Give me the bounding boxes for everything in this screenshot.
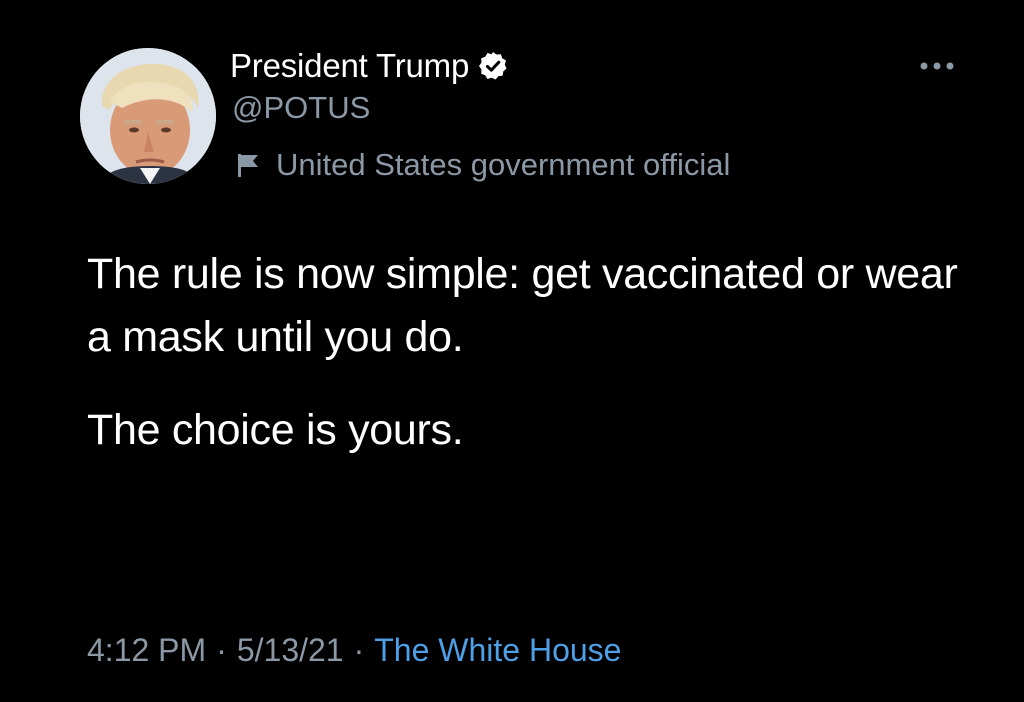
separator-dot: ·: [216, 632, 227, 668]
tweet-paragraph: The rule is now simple: get vaccinated o…: [87, 250, 958, 361]
tweet-time[interactable]: 4:12 PM: [87, 632, 206, 669]
government-label: United States government official: [276, 147, 731, 182]
author-display-name[interactable]: President Trump: [230, 47, 469, 85]
tweet-metadata: 4:12 PM · 5/13/21 · The White House: [87, 632, 621, 669]
more-options-icon[interactable]: [916, 54, 958, 78]
avatar[interactable]: [80, 48, 216, 184]
flag-icon: [234, 151, 262, 179]
tweet-body: The rule is now simple: get vaccinated o…: [87, 243, 967, 462]
author-handle[interactable]: @POTUS: [232, 90, 370, 126]
tweet-date[interactable]: 5/13/21: [237, 632, 344, 669]
tweet-card: President Trump @POTUS United States gov…: [0, 0, 1024, 702]
tweet-source-link[interactable]: The White House: [374, 632, 621, 669]
government-label-row: United States government official: [234, 143, 730, 187]
avatar-photo: [80, 48, 216, 184]
separator-dot: ·: [353, 632, 365, 668]
tweet-paragraph: The choice is yours.: [87, 406, 464, 454]
author-name-row: President Trump: [230, 44, 509, 88]
verified-badge-icon: [477, 50, 509, 82]
